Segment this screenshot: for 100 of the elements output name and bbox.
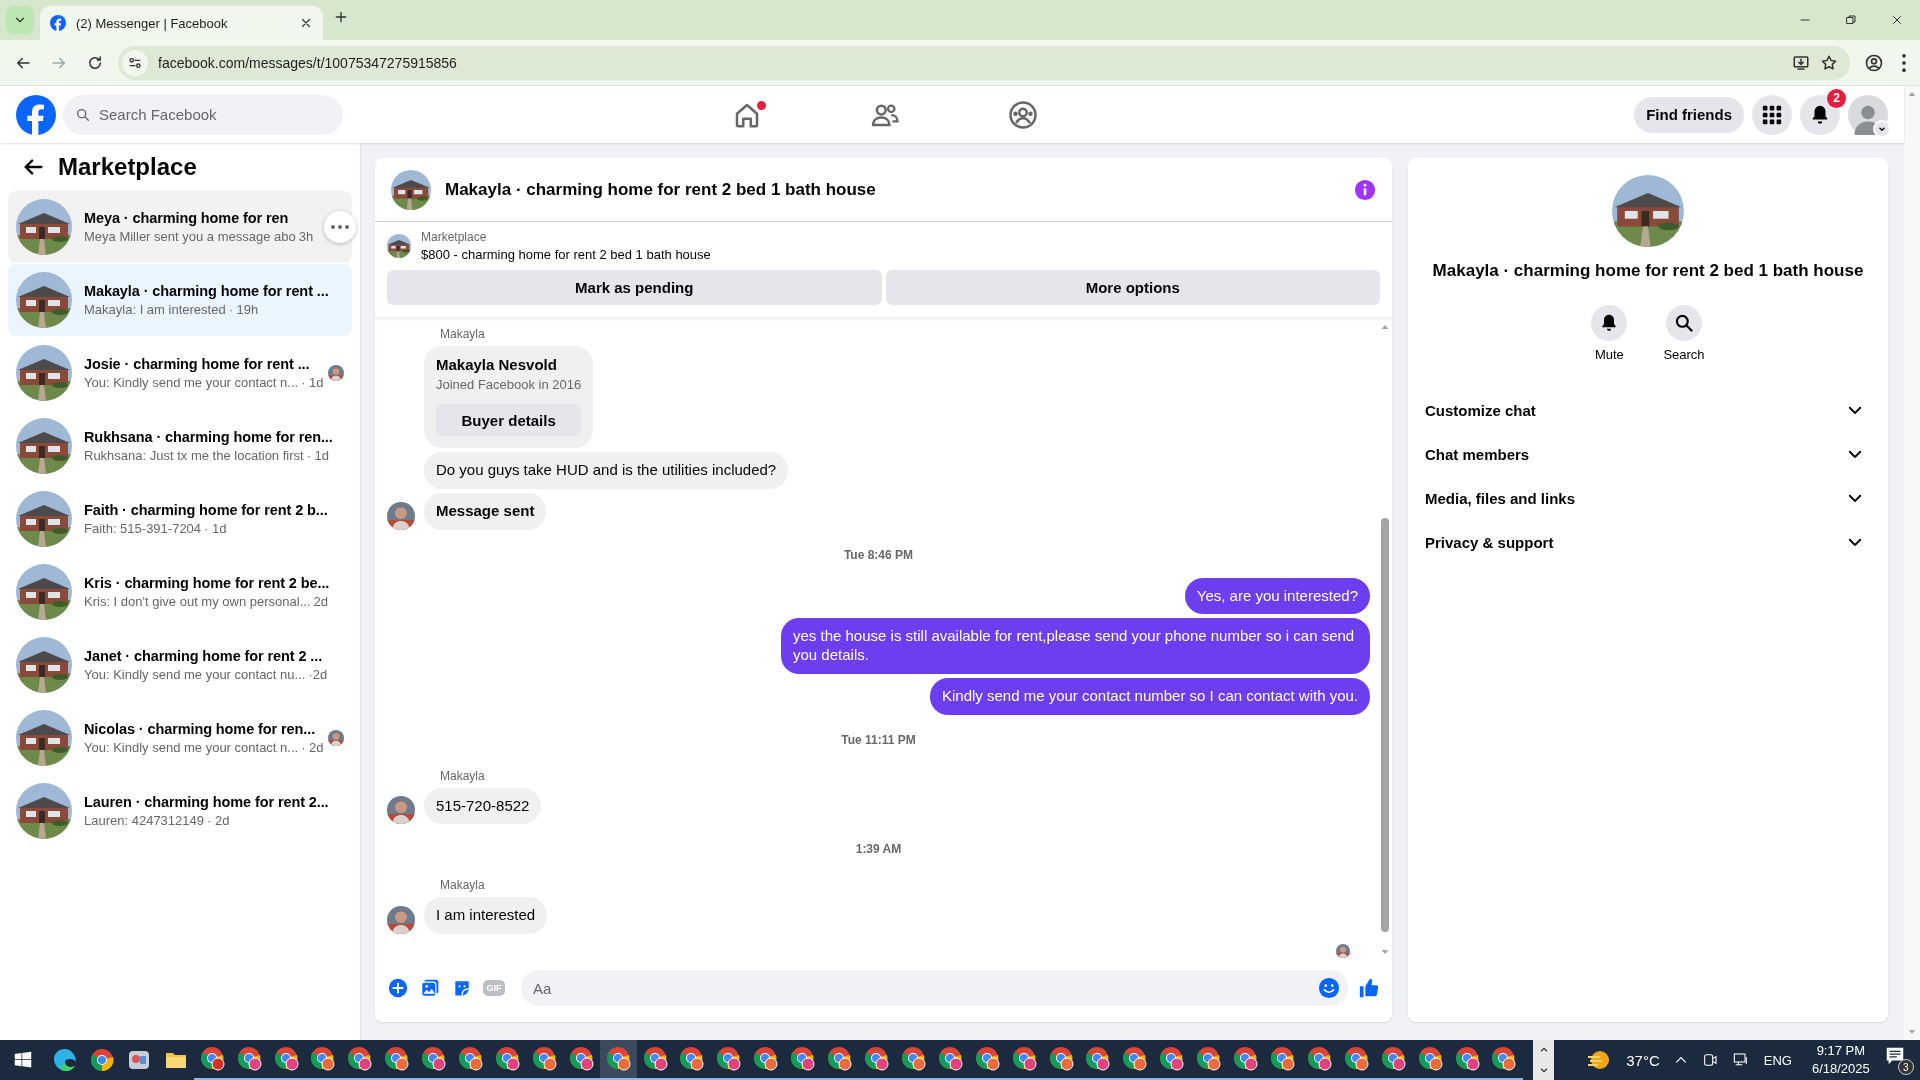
chevron-down-icon: [1538, 1065, 1549, 1075]
windows-logo-icon: [14, 1051, 33, 1069]
message-time: · 2d: [207, 813, 230, 828]
message-preview: You: Kindly send me your contact n...: [84, 375, 299, 390]
message-bubble: Yes, are you interested?: [1184, 577, 1370, 615]
image-icon: [420, 978, 440, 998]
temperature[interactable]: 37°C: [1626, 1051, 1660, 1069]
emoji-icon[interactable]: [1318, 977, 1340, 999]
notification-center-button[interactable]: 3: [1883, 1045, 1914, 1075]
message-input[interactable]: Aa: [521, 970, 1348, 1006]
conversation-title: Kris · charming home for rent 2 be...: [84, 575, 331, 591]
message-time: 3h: [298, 229, 314, 244]
chat-title: Makayla · charming home for rent 2 bed 1 bath house: [445, 179, 877, 200]
conversation-title: Meya · charming home for ren: [84, 210, 290, 226]
chevron-up-icon: [1538, 1045, 1549, 1055]
info-button[interactable]: [1354, 178, 1376, 201]
conversation-title: Lauren · charming home for rent 2...: [84, 794, 330, 810]
message-preview: Rukhsana: Just tx me the location first: [84, 448, 304, 463]
clock[interactable]: 9:17 PM 6/18/2025: [1811, 1042, 1870, 1078]
menu-button[interactable]: [1752, 94, 1792, 135]
new-tab-button[interactable]: [333, 9, 349, 25]
edge-icon: [53, 1048, 78, 1072]
action-button[interactable]: Mark as pending: [387, 270, 882, 305]
address-bar[interactable]: facebook.com/messages/t/10075347275915856: [118, 45, 1850, 80]
info-icon: [1354, 178, 1376, 201]
notifications-button[interactable]: [1800, 94, 1840, 135]
accordion-item[interactable]: Privacy & support: [1424, 520, 1872, 564]
conversation-item[interactable]: Makayla · charming home for rent ... Makayla: I am interested · 19h: [8, 264, 352, 336]
buyer-details-button[interactable]: Buyer details: [436, 404, 582, 436]
search-icon: [1674, 313, 1694, 333]
grid-menu-icon: [1761, 103, 1783, 126]
profile-name: Makayla Nesvold: [436, 356, 558, 373]
find-friends-button[interactable]: Find friends: [1634, 96, 1744, 133]
facebook-logo-icon: [16, 94, 56, 135]
attach-photo-button[interactable]: [419, 978, 441, 998]
bookmark-star-icon[interactable]: [1820, 53, 1838, 72]
profile-detail: Joined Facebook in 2016: [436, 377, 582, 392]
conversation-item[interactable]: Nicolas · charming home for ren... You: Kindly send me your contact n... · 2d: [8, 702, 352, 774]
accordion-item[interactable]: Media, files and links: [1424, 476, 1872, 520]
more-actions-button[interactable]: [387, 978, 409, 998]
close-tab-button[interactable]: [299, 16, 313, 30]
scroll-up-button[interactable]: [1538, 1045, 1549, 1055]
message-bubble: 515-720-8522: [424, 787, 542, 825]
message-time: · 1d: [204, 521, 227, 536]
conversation-title: Rukhsana · charming home for ren...: [84, 429, 334, 445]
message-time: · 2d: [301, 740, 324, 755]
timestamp: Tue 11:11 PM: [840, 732, 917, 747]
conversation-item[interactable]: Lauren · charming home for rent 2... Lauren: 4247312149 · 2d: [8, 775, 352, 847]
network-icon[interactable]: [1731, 1052, 1750, 1068]
camera-icon[interactable]: [1701, 1052, 1718, 1068]
action-button[interactable]: More options: [885, 270, 1380, 305]
message-preview: Meya Miller sent you a message abo: [84, 229, 296, 244]
message-bubble: Do you guys take HUD and is the utilities included?: [424, 452, 789, 489]
conversation-title: Josie · charming home for rent ...: [84, 356, 311, 372]
timestamp: 1:39 AM: [854, 842, 903, 857]
message-bubble: I am interested: [424, 897, 548, 934]
message-preview: You: Kindly send me your contact nu...: [84, 667, 306, 682]
timestamp: Tue 8:46 PM: [842, 547, 915, 562]
language-indicator[interactable]: ENG: [1763, 1052, 1792, 1068]
scroll-down-button[interactable]: [1538, 1065, 1549, 1075]
more-icon: [1902, 53, 1906, 72]
message-bubble: Kindly send me your contact number so I can contact with you.: [929, 677, 1370, 715]
more-options-button[interactable]: [324, 211, 356, 243]
sticker-icon: [452, 978, 472, 998]
install-app-icon[interactable]: [1792, 53, 1810, 72]
taskbar-app-button[interactable]: [600, 1040, 638, 1080]
message-preview: Makayla: I am interested: [84, 302, 226, 317]
message-bubble: yes the house is still available for rent,please send your phone number so i can send you details.: [781, 618, 1370, 674]
sender-name: Makayla: [440, 768, 486, 783]
back-button[interactable]: [22, 156, 44, 178]
conversation-title: Janet · charming home for rent 2 ...: [84, 648, 324, 664]
group-icon: [1008, 99, 1039, 130]
accordion-item[interactable]: Chat members: [1424, 432, 1872, 476]
listing-title: $800 - charming home for rent 2 bed 1 bath house: [421, 247, 711, 262]
message-time: 2d: [313, 594, 328, 609]
conversation-item[interactable]: Josie · charming home for rent ... You: Kindly send me your contact n... · 1d: [8, 337, 352, 409]
conversation-item[interactable]: Faith · charming home for rent 2 b... Faith: 515-391-7204 · 1d: [8, 483, 352, 555]
back-arrow-icon: [22, 156, 44, 178]
sender-name: Makayla: [440, 327, 486, 341]
search-field[interactable]: Search Facebook: [63, 94, 343, 135]
plus-icon: [333, 9, 349, 25]
conversation-item[interactable]: Janet · charming home for rent 2 ... You: Kindly send me your contact nu... ·2d: [8, 629, 352, 701]
profile-icon: [1864, 52, 1884, 73]
facebook-logo-icon: [50, 15, 66, 31]
section-title: Marketplace: [58, 153, 197, 181]
message-preview: Faith: 515-391-7204: [84, 521, 202, 536]
message-preview: Kris: I don't give out my own personal...: [84, 594, 311, 609]
message-bubble: Message sent: [424, 492, 547, 530]
app-icon: [126, 1048, 151, 1072]
account-button[interactable]: [1848, 94, 1888, 135]
message-preview: Lauren: 4247312149: [84, 813, 204, 828]
accordion-item[interactable]: Customize chat: [1424, 388, 1872, 432]
conversation-item[interactable]: Kris · charming home for rent 2 be... Kris: I don't give out my own personal... 2d: [8, 556, 352, 628]
browser-tab[interactable]: (2) Messenger | Facebook: [40, 6, 323, 40]
close-icon: [1891, 14, 1903, 26]
conversation-title: Makayla · charming home for rent ...: [84, 283, 330, 299]
message-time: · 1d: [306, 448, 330, 463]
search-icon: [75, 106, 91, 123]
conversation-item[interactable]: Rukhsana · charming home for ren... Rukhsana: Just tx me the location first · 1d: [8, 410, 352, 482]
like-button[interactable]: [1358, 977, 1380, 999]
